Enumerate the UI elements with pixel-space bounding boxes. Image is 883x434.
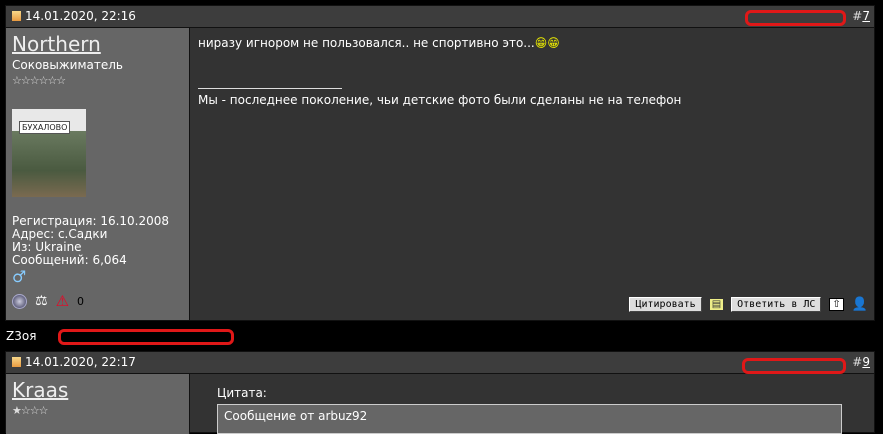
post-content: Цитата: Сообщение от arbuz92 bbox=[190, 374, 874, 434]
user-stars: ☆☆☆☆☆☆ bbox=[12, 74, 66, 87]
annotation-arrow bbox=[58, 329, 234, 345]
reputation-count: 0 bbox=[77, 294, 85, 308]
annotation-arrow bbox=[745, 10, 846, 26]
reply-pm-button[interactable]: Ответить в ЛС bbox=[731, 297, 822, 312]
grin-smiley-icon: 😁😁 bbox=[534, 36, 560, 50]
report-warning-icon[interactable]: ⚠ bbox=[56, 292, 69, 310]
separator-text: Z3оя bbox=[6, 329, 37, 343]
scroll-top-icon[interactable]: ⇧ bbox=[829, 298, 844, 311]
quote-author: Сообщение от arbuz92 bbox=[224, 409, 368, 423]
post-number-link[interactable]: #9 bbox=[852, 352, 870, 373]
post-number-link[interactable]: #7 bbox=[852, 6, 870, 27]
post-date: 14.01.2020, 22:16 bbox=[25, 9, 136, 23]
user-panel: Northern Соковыжиматель ☆☆☆☆☆☆ БУХАЛОВО … bbox=[6, 28, 190, 320]
user-info: Регистрация: 16.10.2008 Адрес: с.Садки Из:… bbox=[12, 214, 170, 267]
post-date: 14.01.2020, 22:17 bbox=[25, 355, 136, 369]
quote-box: Сообщение от arbuz92 bbox=[217, 404, 842, 434]
quote-button[interactable]: Цитировать bbox=[629, 297, 702, 312]
user-panel: Kraas ★☆☆☆ bbox=[6, 374, 190, 434]
avatar: БУХАЛОВО bbox=[12, 109, 86, 197]
post-icon bbox=[12, 357, 21, 367]
post-header: 14.01.2020, 22:16 #7 bbox=[6, 6, 874, 28]
post-icon bbox=[12, 11, 21, 21]
gender-male-icon: ♂ bbox=[12, 267, 27, 286]
username-link[interactable]: Northern bbox=[12, 32, 189, 56]
user-title: Соковыжиматель bbox=[12, 58, 123, 72]
post-content: ниразу игнором не пользовался.. не спорт… bbox=[190, 28, 874, 320]
user-stars: ★☆☆☆ bbox=[12, 404, 48, 417]
online-status-icon bbox=[12, 293, 27, 309]
reputation-scales-icon[interactable]: ⚖ bbox=[35, 293, 48, 309]
multiquote-icon[interactable]: ▤ bbox=[709, 299, 724, 310]
user-comment-icon[interactable]: 👤 bbox=[852, 297, 868, 312]
signature-divider bbox=[198, 88, 342, 89]
post-message: ниразу игнором не пользовался.. не спорт… bbox=[198, 36, 535, 50]
quote-label: Цитата: bbox=[217, 386, 267, 400]
post-7: 14.01.2020, 22:16 #7 Northern Соковыжима… bbox=[5, 5, 875, 321]
signature-text: Мы - последнее поколение, чьи детские фо… bbox=[198, 93, 682, 107]
annotation-arrow bbox=[742, 358, 846, 374]
username-link[interactable]: Kraas bbox=[12, 378, 189, 402]
